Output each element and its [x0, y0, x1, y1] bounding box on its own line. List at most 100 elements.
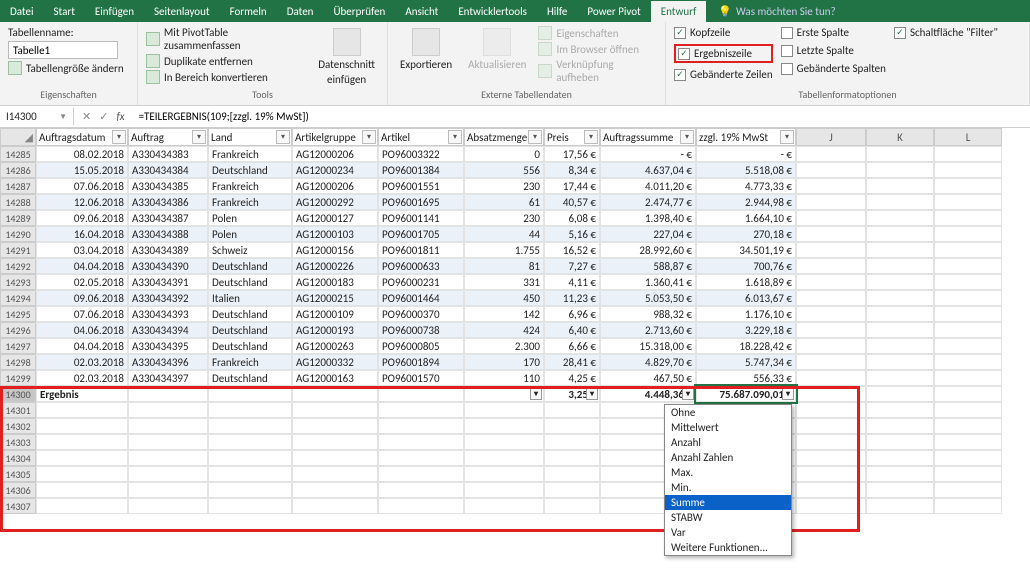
chk-last-col[interactable] — [781, 45, 793, 57]
cell[interactable]: Deutschland — [208, 274, 292, 290]
dropdown-item[interactable]: Ohne — [665, 405, 791, 420]
cell[interactable] — [36, 434, 128, 450]
cell[interactable] — [866, 482, 934, 498]
cell[interactable]: A330434387 — [128, 210, 208, 226]
cell[interactable]: PO96003322 — [378, 146, 464, 162]
dropdown-item[interactable]: Var — [665, 525, 791, 540]
cell[interactable] — [464, 402, 544, 418]
cell[interactable]: Deutschland — [208, 162, 292, 178]
filter-dropdown-icon[interactable]: ▾ — [192, 130, 206, 144]
dropdown-item[interactable]: Anzahl — [665, 435, 791, 450]
cell[interactable]: 28.992,60 € — [600, 242, 696, 258]
chk-filter-button[interactable] — [894, 27, 906, 39]
cell[interactable]: 2.713,60 € — [600, 322, 696, 338]
cell[interactable]: A330434394 — [128, 322, 208, 338]
cell[interactable]: 4.829,70 € — [600, 354, 696, 370]
total-summe[interactable]: 4.448,36 €▾ — [600, 386, 696, 402]
row-header[interactable]: 14298 — [0, 354, 36, 370]
cell[interactable] — [378, 386, 464, 402]
cell[interactable] — [464, 466, 544, 482]
cell[interactable] — [796, 210, 866, 226]
col-header-mwst[interactable]: zzgl. 19% MwSt▾ — [696, 128, 796, 146]
cell[interactable] — [36, 450, 128, 466]
cell[interactable]: Deutschland — [208, 338, 292, 354]
col-header-artikel[interactable]: Artikel▾ — [378, 128, 464, 146]
cell[interactable] — [128, 386, 208, 402]
row-header[interactable]: 14291 — [0, 242, 36, 258]
cell[interactable] — [934, 146, 1002, 162]
cell[interactable]: 1.755 — [464, 242, 544, 258]
cell[interactable]: 467,50 € — [600, 370, 696, 386]
cell[interactable] — [934, 370, 1002, 386]
tab-einfuegen[interactable]: Einfügen — [85, 1, 144, 22]
cell[interactable]: 15.318,00 € — [600, 338, 696, 354]
cell[interactable] — [378, 498, 464, 514]
tab-seitenlayout[interactable]: Seitenlayout — [144, 1, 220, 22]
tab-formeln[interactable]: Formeln — [220, 1, 277, 22]
cell[interactable]: AG12000206 — [292, 178, 378, 194]
cell[interactable]: 04.04.2018 — [36, 338, 128, 354]
cell[interactable] — [292, 418, 378, 434]
cell[interactable]: PO96000370 — [378, 306, 464, 322]
col-header-artikelgruppe[interactable]: Artikelgruppe▾ — [292, 128, 378, 146]
col-header-land[interactable]: Land▾ — [208, 128, 292, 146]
cell[interactable] — [866, 274, 934, 290]
cell[interactable]: 424 — [464, 322, 544, 338]
cell[interactable] — [796, 402, 866, 418]
cell[interactable] — [934, 386, 1002, 402]
cancel-icon[interactable]: ✕ — [82, 110, 91, 123]
cell[interactable]: 07.06.2018 — [36, 178, 128, 194]
row-header[interactable]: 14306 — [0, 482, 36, 498]
cell[interactable] — [866, 402, 934, 418]
cell[interactable] — [208, 482, 292, 498]
table-name-input[interactable] — [8, 41, 118, 59]
cell[interactable]: A330434395 — [128, 338, 208, 354]
chk-banded-rows[interactable] — [674, 69, 686, 81]
cell[interactable]: 5.747,34 € — [696, 354, 796, 370]
cell[interactable]: PO96000231 — [378, 274, 464, 290]
cell[interactable]: Deutschland — [208, 370, 292, 386]
cell[interactable]: 588,87 € — [600, 258, 696, 274]
cell[interactable] — [866, 386, 934, 402]
chevron-down-icon[interactable]: ▼ — [59, 112, 67, 122]
cell[interactable] — [796, 386, 866, 402]
cell[interactable]: AG12000109 — [292, 306, 378, 322]
total-label-cell[interactable]: Ergebnis — [36, 386, 128, 402]
cell[interactable] — [796, 450, 866, 466]
cell[interactable]: Deutschland — [208, 322, 292, 338]
cell[interactable] — [544, 466, 600, 482]
cell[interactable] — [934, 210, 1002, 226]
cell[interactable] — [544, 418, 600, 434]
cell[interactable] — [866, 290, 934, 306]
cell[interactable]: 556 — [464, 162, 544, 178]
cell[interactable] — [292, 386, 378, 402]
row-header[interactable]: 14289 — [0, 210, 36, 226]
dropdown-item[interactable]: Anzahl Zahlen — [665, 450, 791, 465]
cell[interactable]: Frankreich — [208, 354, 292, 370]
cell[interactable]: 18.228,42 € — [696, 338, 796, 354]
cell[interactable]: 16.04.2018 — [36, 226, 128, 242]
cell[interactable]: Frankreich — [208, 146, 292, 162]
cell[interactable] — [544, 434, 600, 450]
cell[interactable] — [208, 386, 292, 402]
cell[interactable]: 170 — [464, 354, 544, 370]
cell[interactable] — [36, 498, 128, 514]
cell[interactable]: A330434383 — [128, 146, 208, 162]
cell[interactable]: 40,57 € — [544, 194, 600, 210]
dropdown-item[interactable]: Mittelwert — [665, 420, 791, 435]
cell[interactable]: PO96000805 — [378, 338, 464, 354]
cell[interactable]: AG12000206 — [292, 146, 378, 162]
cell[interactable] — [934, 274, 1002, 290]
chk-ergebniszeile[interactable] — [678, 48, 690, 60]
cell[interactable] — [128, 498, 208, 514]
cell[interactable]: PO96001894 — [378, 354, 464, 370]
row-header[interactable]: 14287 — [0, 178, 36, 194]
cell[interactable] — [866, 162, 934, 178]
tab-ansicht[interactable]: Ansicht — [395, 1, 448, 22]
row-header[interactable]: 14297 — [0, 338, 36, 354]
cell[interactable]: 1.664,10 € — [696, 210, 796, 226]
chk-banded-cols[interactable] — [781, 63, 793, 75]
cell[interactable]: 142 — [464, 306, 544, 322]
cell[interactable]: 1.360,41 € — [600, 274, 696, 290]
tab-start[interactable]: Start — [44, 1, 85, 22]
